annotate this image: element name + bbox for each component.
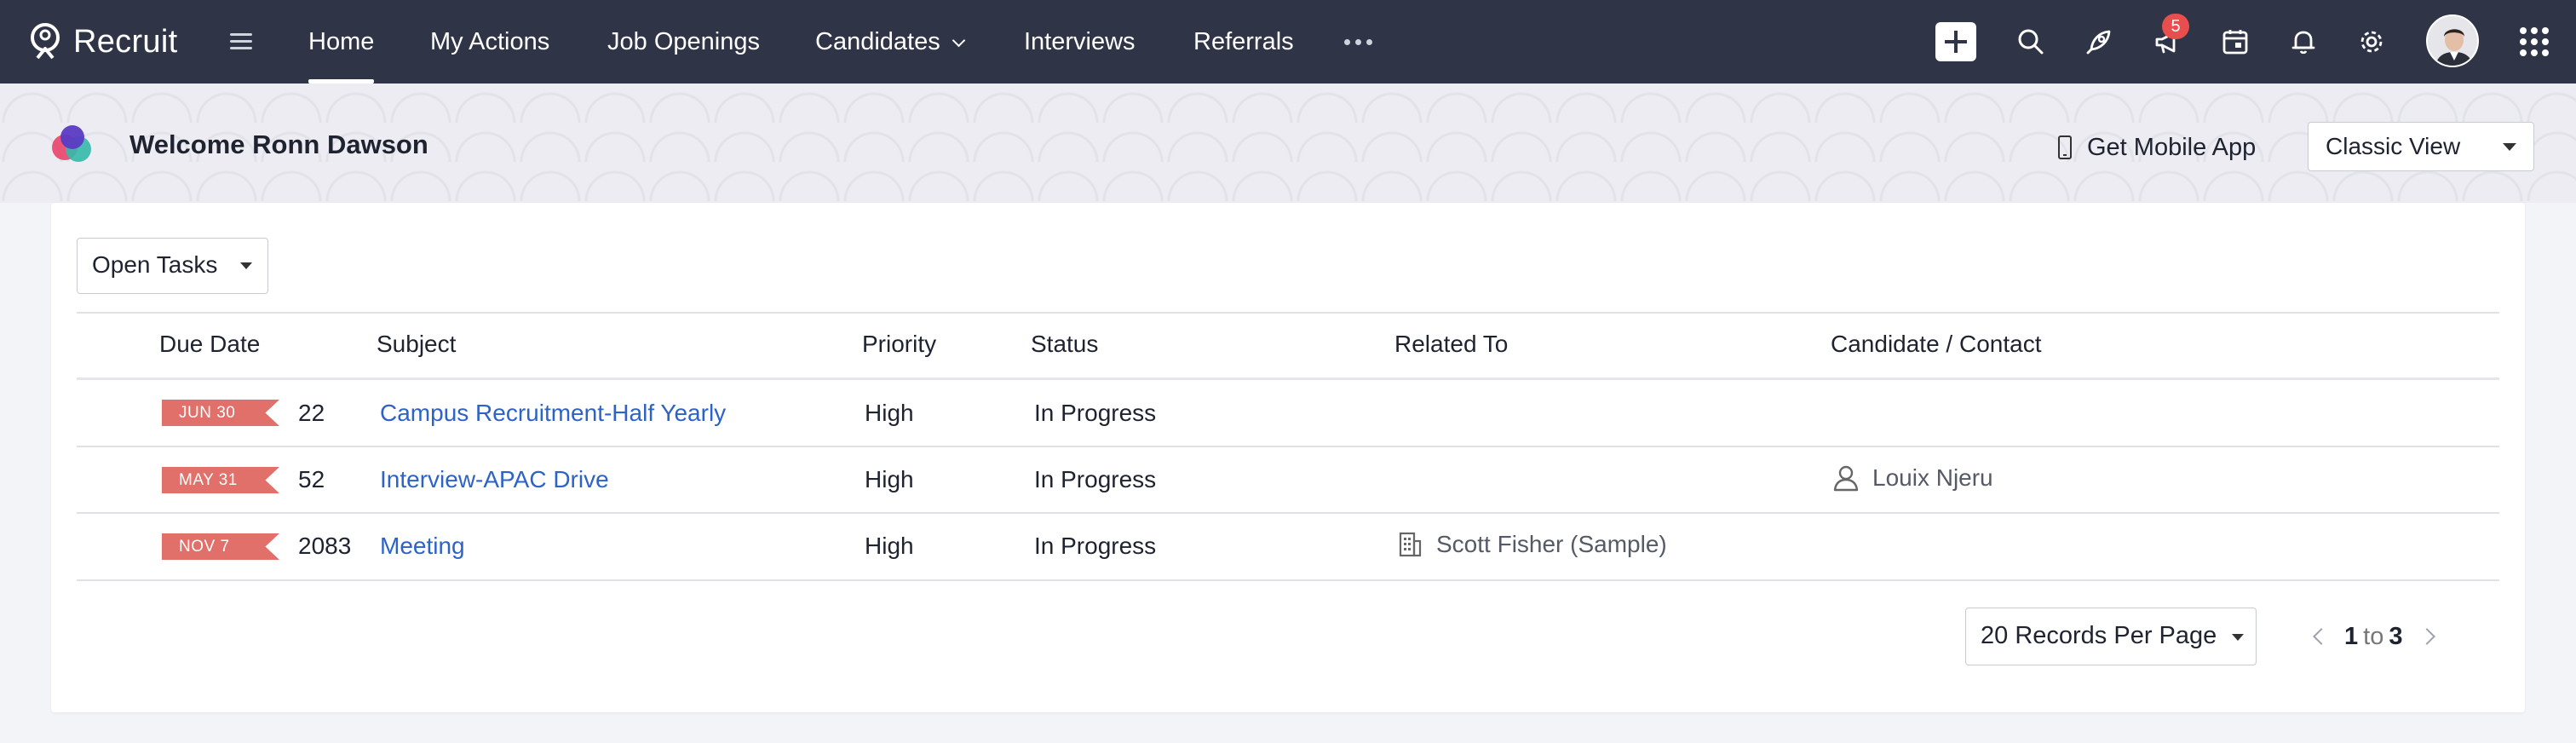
rocket-icon[interactable]: [2079, 21, 2119, 62]
candidate-contact-name: Louix Njeru: [1872, 464, 1993, 491]
view-select-value: Classic View: [2326, 133, 2461, 159]
column-header-due-date[interactable]: Due Date: [159, 331, 260, 358]
gear-icon[interactable]: [2351, 21, 2392, 62]
quick-create-plus-icon[interactable]: [1935, 22, 1976, 61]
task-subject-link[interactable]: Campus Recruitment-Half Yearly: [380, 400, 726, 427]
brand-logo[interactable]: Recruit: [26, 20, 177, 63]
nav-tab-interviews[interactable]: Interviews: [1024, 0, 1136, 84]
table-header-divider: [77, 377, 2499, 380]
caret-down-icon: [2503, 143, 2516, 151]
task-priority: High: [865, 533, 914, 559]
building-icon: [1399, 532, 1422, 557]
table-top-divider: [77, 312, 2499, 314]
calendar-icon[interactable]: [2215, 21, 2256, 62]
column-header-related-to[interactable]: Related To: [1394, 331, 1508, 358]
caret-down-icon: [2232, 634, 2244, 641]
task-priority: High: [865, 400, 914, 426]
hamburger-menu-icon[interactable]: [230, 29, 252, 55]
person-icon: [1833, 465, 1859, 492]
page-range-separator: to: [2363, 622, 2384, 650]
app-name: Recruit: [73, 23, 178, 60]
nav-tab-home[interactable]: Home: [308, 0, 375, 84]
get-mobile-app-link[interactable]: Get Mobile App: [2058, 132, 2256, 163]
bell-icon[interactable]: [2283, 21, 2324, 62]
get-mobile-app-label: Get Mobile App: [2087, 133, 2257, 161]
task-status: In Progress: [1034, 533, 1157, 559]
page-range-to: 3: [2389, 622, 2403, 650]
previous-page-icon[interactable]: [2313, 628, 2330, 645]
task-priority: High: [865, 466, 914, 492]
notification-count-badge: 5: [2162, 14, 2189, 39]
records-per-page-dropdown[interactable]: 20 Records Per Page: [1965, 608, 2257, 665]
task-filter-value: Open Tasks: [92, 251, 218, 278]
task-subject-link[interactable]: Interview-APAC Drive: [380, 466, 609, 493]
nav-tab-my-actions[interactable]: My Actions: [430, 0, 549, 84]
task-status: In Progress: [1034, 466, 1157, 492]
apps-grid-icon[interactable]: [2520, 27, 2549, 56]
days-count: 52: [298, 466, 325, 492]
row-divider: [77, 579, 2499, 581]
welcome-message: Welcome Ronn Dawson: [129, 130, 428, 159]
chevron-down-icon: [952, 33, 965, 48]
related-to-name: Scott Fisher (Sample): [1436, 531, 1667, 557]
candidate-contact-link[interactable]: Louix Njeru: [1831, 464, 1993, 492]
search-icon[interactable]: [2010, 21, 2051, 62]
mobile-phone-icon: [2058, 135, 2072, 159]
pagination-controls: 1 to 3: [2313, 620, 2436, 653]
task-status: In Progress: [1034, 400, 1157, 426]
task-filter-dropdown[interactable]: Open Tasks: [77, 238, 268, 294]
view-select-dropdown[interactable]: Classic View: [2308, 122, 2534, 171]
top-navigation-bar: Recruit Home My Actions Job Openings Can…: [0, 0, 2576, 84]
days-count: 2083: [298, 533, 352, 559]
avatar[interactable]: [2426, 14, 2479, 67]
org-logo-icon: [52, 125, 91, 162]
nav-tab-candidates-label: Candidates: [815, 28, 940, 55]
page-range-from: 1: [2344, 622, 2359, 650]
next-page-icon[interactable]: [2418, 628, 2436, 645]
more-horizontal-icon[interactable]: [1344, 39, 1372, 45]
column-header-priority[interactable]: Priority: [862, 331, 936, 358]
nav-tab-referrals[interactable]: Referrals: [1193, 0, 1294, 84]
column-header-status[interactable]: Status: [1031, 331, 1098, 358]
days-count: 22: [298, 400, 325, 426]
column-header-subject[interactable]: Subject: [377, 331, 456, 358]
due-date-tag: NOV 7: [162, 533, 279, 560]
recruit-logo-icon: [31, 23, 60, 60]
row-divider: [77, 512, 2499, 514]
column-header-candidate-contact[interactable]: Candidate / Contact: [1831, 331, 2042, 358]
task-subject-link[interactable]: Meeting: [380, 533, 465, 560]
related-to-link[interactable]: Scott Fisher (Sample): [1395, 530, 1667, 559]
row-divider: [77, 446, 2499, 447]
caret-down-icon: [240, 262, 252, 269]
due-date-tag: MAY 31: [162, 467, 279, 493]
nav-tab-job-openings[interactable]: Job Openings: [607, 0, 760, 84]
due-date-tag: JUN 30: [162, 400, 279, 426]
records-per-page-value: 20 Records Per Page: [1981, 622, 2217, 649]
nav-tab-candidates[interactable]: Candidates: [815, 0, 965, 84]
